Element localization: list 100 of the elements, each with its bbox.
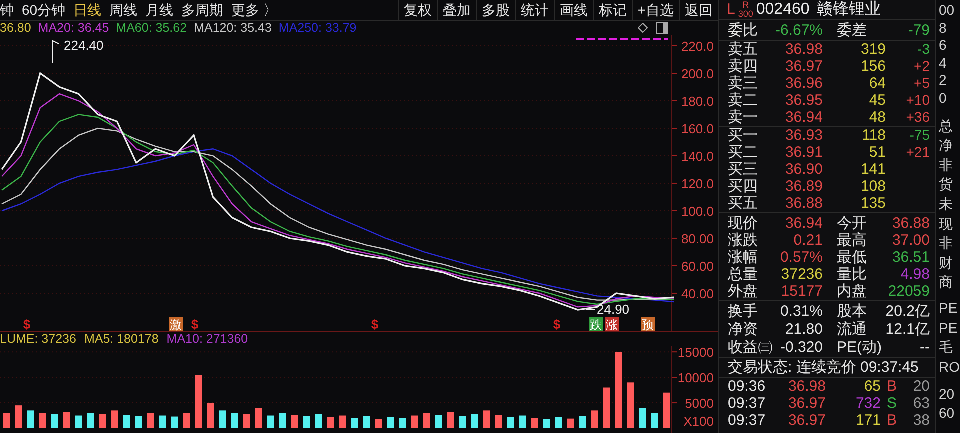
level-label: 买五 (728, 195, 759, 212)
volume-cell-text: 156 (860, 58, 886, 75)
level-label: 买四 (728, 178, 759, 195)
axis-label: 80.00 (681, 231, 714, 246)
volume-cell-text: 118 (861, 127, 886, 144)
side-label: 非 (939, 234, 954, 254)
toolbar-button[interactable]: 画线 (554, 0, 593, 20)
price-cell-text: 36.96 (784, 75, 823, 92)
toolbar-button[interactable]: +自选 (632, 0, 679, 20)
field-value: 0.21 (792, 232, 823, 249)
side-label: 总 (939, 116, 954, 136)
ma-legend: MA20: 36.45 (38, 21, 110, 35)
volume-cell-text: 64 (868, 75, 886, 92)
panel-icon[interactable] (656, 22, 668, 34)
tick-volume: 65 (863, 378, 881, 395)
level-label: 卖四 (728, 58, 759, 75)
field-value: 36.88 (891, 215, 930, 232)
price-callout: 24.90 (586, 302, 630, 317)
axis-label: 220.0 (681, 39, 714, 54)
field-value: -6.67% (774, 21, 823, 41)
field-label: 涨跌 (728, 232, 758, 249)
field-label: 委差 (836, 21, 868, 41)
tick-count: 63 (912, 395, 930, 412)
field-value: -79 (908, 21, 930, 41)
side-label: 4 (939, 54, 948, 72)
axis-label: 100.0 (681, 204, 714, 219)
stock-code: 002460 (756, 0, 810, 18)
ma-legend: MA60: 35.62 (116, 21, 188, 35)
side-label: 0 (939, 88, 948, 107)
period-tab[interactable]: 月线 (146, 0, 174, 20)
dollar-mark: $ (371, 317, 379, 331)
field-value: 36.51 (891, 249, 930, 266)
axis-label: 5000 (685, 396, 714, 412)
field-label: 涨幅 (728, 249, 758, 266)
field-label: 净资 (728, 321, 758, 339)
axis-label: 15000 (678, 346, 714, 360)
price-cell-text: 36.98 (784, 41, 823, 58)
side-label: PE (939, 318, 959, 338)
volume-cell-text: 48 (868, 109, 886, 126)
field-value: 12.1亿 (886, 321, 930, 339)
field-label: 最低 (836, 249, 867, 266)
field-value: 4.98 (900, 266, 930, 283)
field-label: PE(动) (836, 339, 882, 357)
field-value: 0.31% (779, 303, 823, 321)
board-label: 300 (738, 10, 754, 18)
diamond-icon (638, 23, 648, 33)
period-tab[interactable]: 周线 (110, 0, 138, 20)
field-value: 0.57% (779, 249, 823, 266)
side-label: 00 (939, 1, 956, 19)
field-label: 换手 (728, 303, 758, 321)
volume-legend: MA5: 180178 (84, 332, 159, 346)
change-cell-text: +36 (905, 109, 930, 126)
change-cell-text: +10 (905, 92, 930, 109)
level-label: 买三 (728, 161, 759, 178)
trade-status: 交易状态: 连续竞价 09:37:45 (728, 358, 919, 376)
field-label: 委比 (728, 21, 759, 41)
field-value: 37236 (780, 266, 823, 283)
level-label: 卖五 (728, 41, 759, 58)
toolbar-button[interactable]: 叠加 (436, 0, 476, 20)
toolbar-button[interactable]: 复权 (398, 0, 437, 20)
field-label: 外盘 (728, 283, 758, 300)
tick-volume: 171 (854, 412, 881, 429)
field-value: 21.80 (784, 321, 823, 339)
field-value: 15177 (780, 283, 823, 300)
tick-time: 09:37 (728, 412, 767, 429)
field-value: 36.94 (784, 215, 823, 232)
toolbar-button[interactable]: 标记 (592, 0, 632, 20)
price-cell-text: 36.89 (784, 178, 823, 195)
tick-side: S (886, 395, 898, 412)
period-tab[interactable]: 日线 (74, 0, 102, 20)
field-label: 流通 (836, 321, 867, 339)
field-value: -0.320 (779, 339, 823, 357)
period-tab[interactable]: 更多 〉 (232, 0, 278, 20)
period-tab[interactable]: 60分钟 (22, 0, 66, 20)
price-cell-text: 36.88 (784, 195, 823, 212)
field-label: 股本 (836, 303, 867, 321)
price-cell-text: 36.90 (784, 161, 823, 178)
price-cell-text: 36.91 (784, 144, 823, 161)
field-label: 收益㈢ (728, 339, 773, 357)
axis-label: 120.0 (681, 176, 714, 192)
level-label: 买一 (728, 127, 759, 144)
side-label: 2 (939, 71, 948, 89)
toolbar-button[interactable]: 多股 (476, 0, 515, 20)
period-tab[interactable]: 钟 (0, 0, 14, 20)
period-tab[interactable]: 多周期 (182, 0, 224, 20)
price-cell-text: 36.93 (784, 127, 823, 144)
price-cell-text: 36.97 (784, 58, 823, 75)
field-label: 最高 (836, 232, 867, 249)
level-label: 卖二 (728, 92, 759, 109)
field-value: 22059 (888, 283, 930, 300)
axis-label: 180.0 (681, 94, 714, 109)
volume-cell-text: 108 (860, 178, 886, 195)
axis-label: 160.0 (681, 122, 714, 136)
side-label: 20 (939, 385, 956, 404)
dollar-mark: $ (23, 317, 31, 331)
dollar-mark: $ (553, 317, 561, 331)
axis-label: 60.00 (681, 258, 714, 274)
tick-count: 20 (912, 378, 930, 395)
toolbar-button[interactable]: 统计 (514, 0, 554, 20)
side-label: PE (939, 298, 959, 318)
